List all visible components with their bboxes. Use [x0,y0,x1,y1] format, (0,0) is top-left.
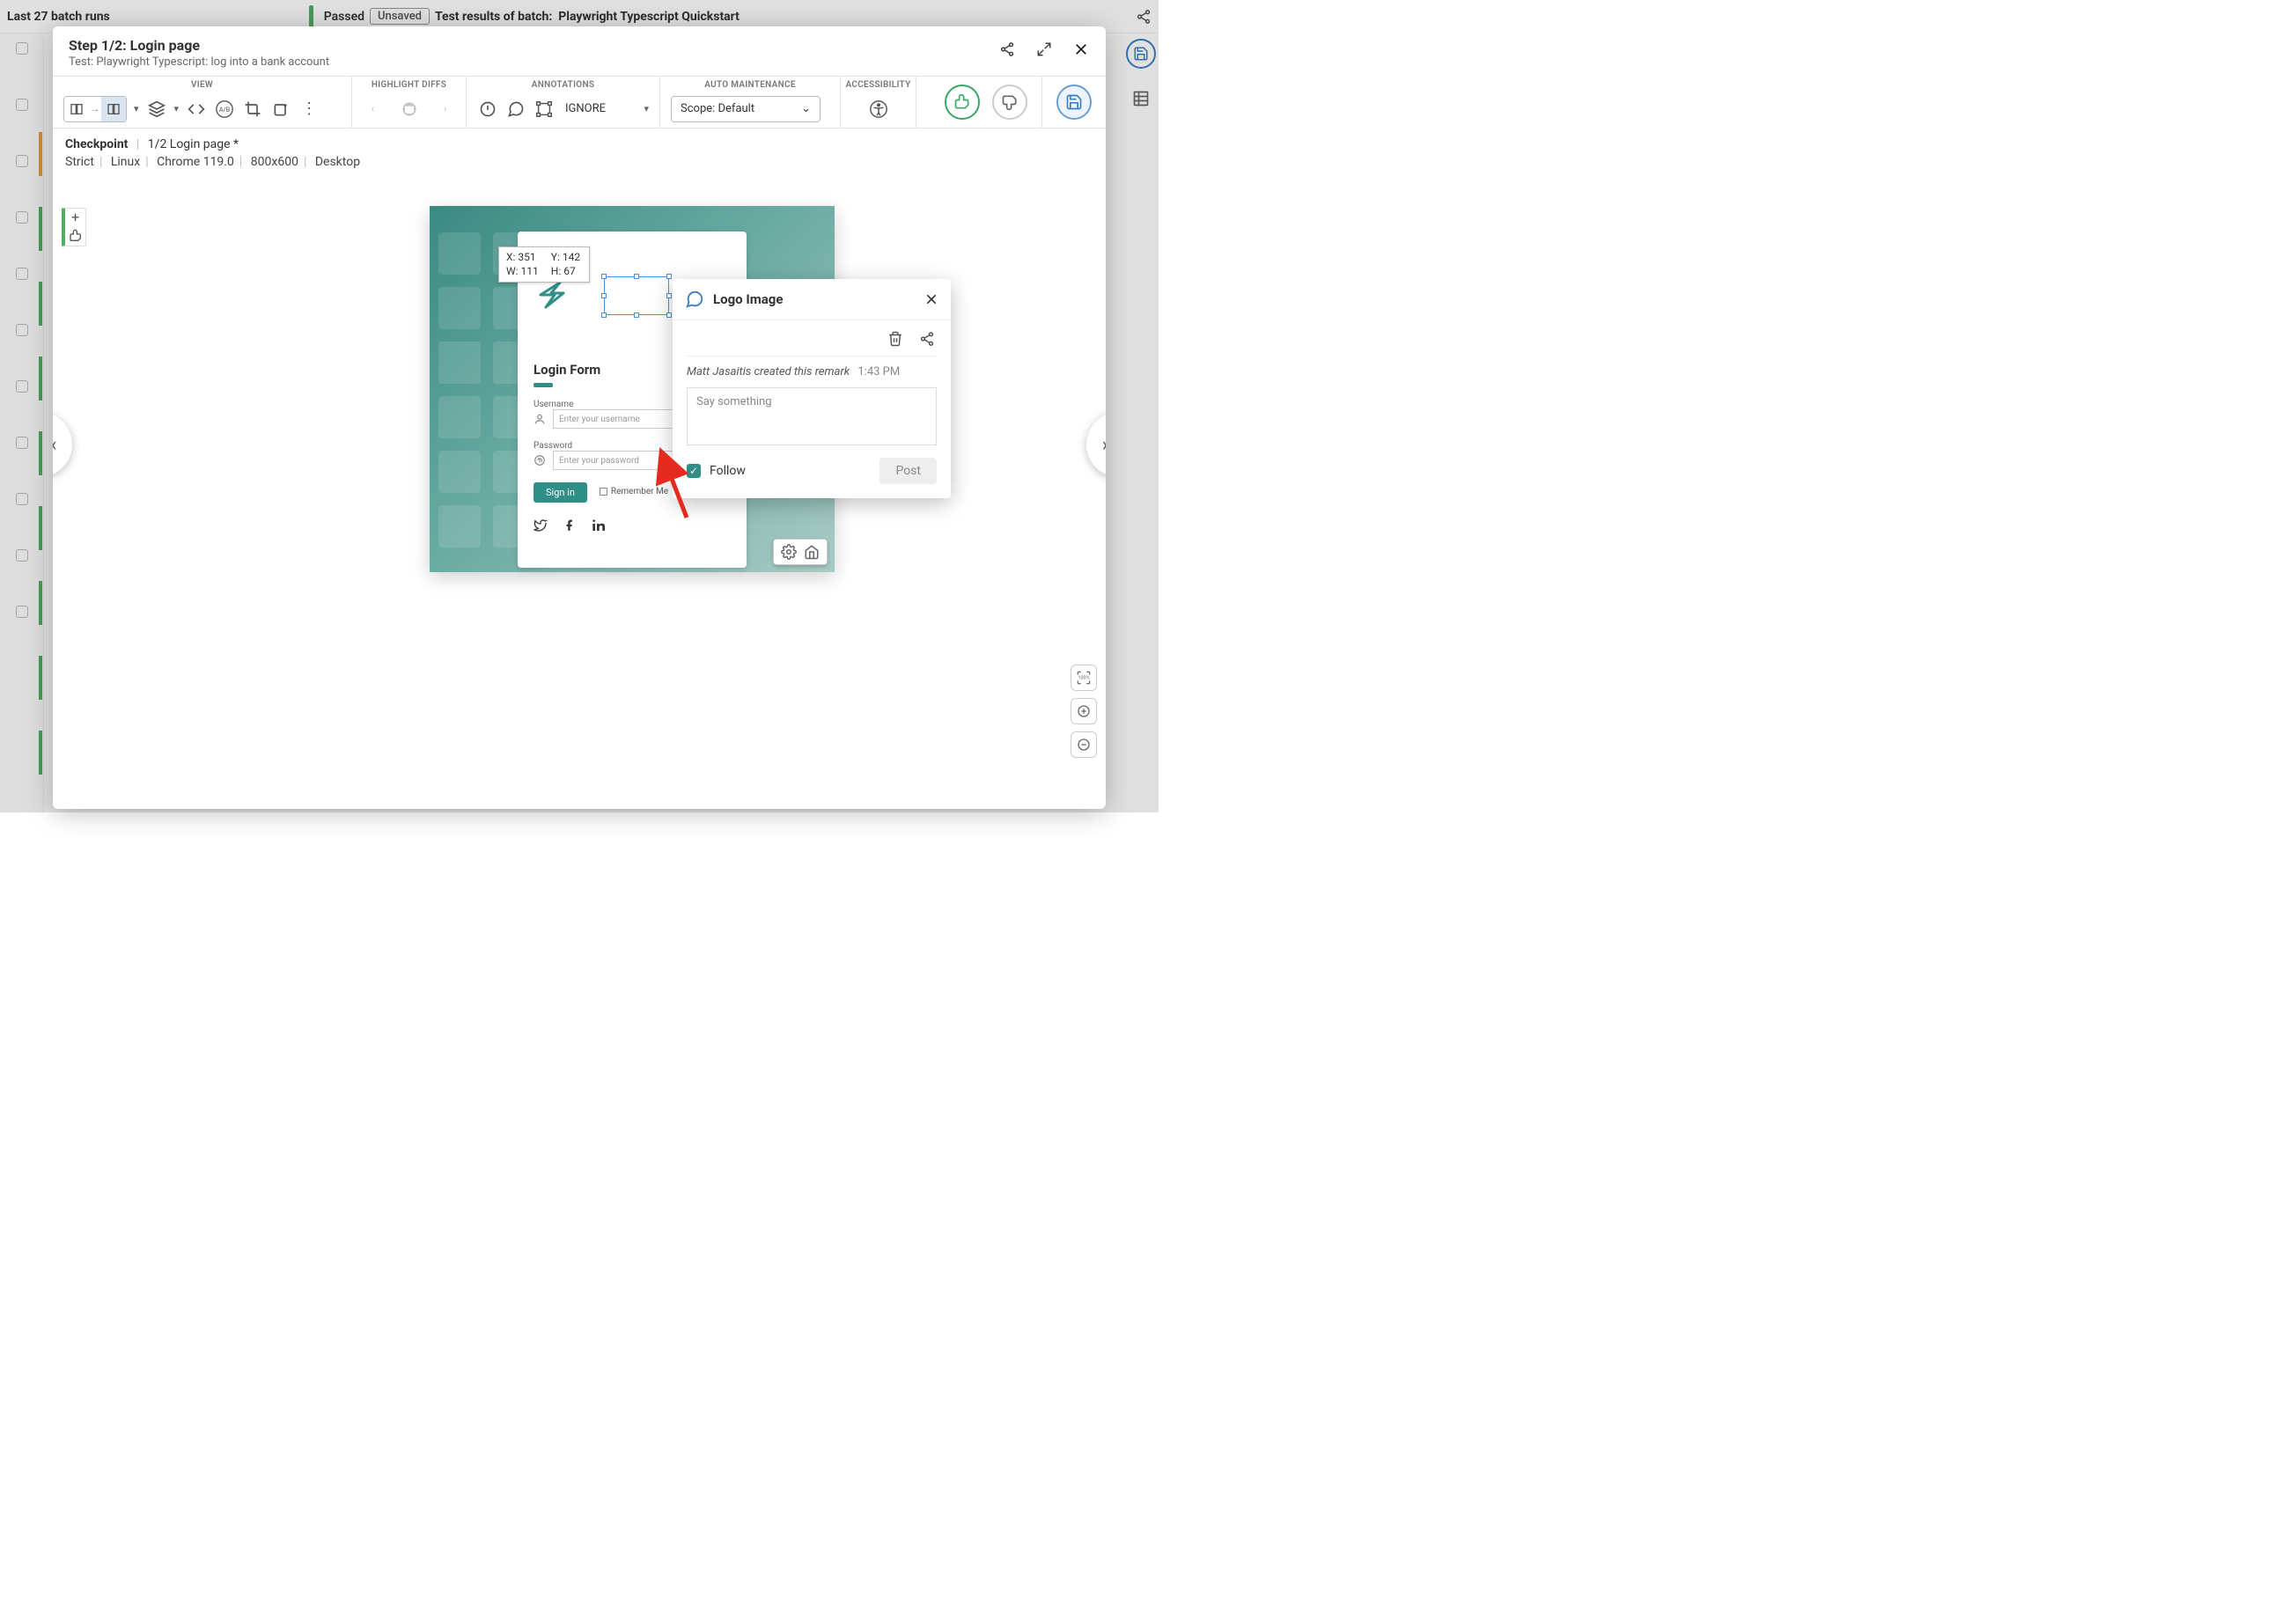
modal-title: Step 1/2: Login page [69,37,998,54]
modal-header: Step 1/2: Login page Test: Playwright Ty… [53,26,1106,76]
toolbar: VIEW → ▾ ▾ A/B [53,76,1106,129]
sel-y: Y: 142 [551,251,580,265]
remark-author: Matt Jasaitis created this remark [687,365,850,378]
share-icon[interactable] [919,331,935,347]
env-strict: Strict [65,155,94,169]
svg-text:A/B: A/B [219,105,231,113]
popover-title: Logo Image [713,291,783,307]
remark-time: 1:43 PM [857,365,900,378]
close-icon[interactable] [1072,40,1090,58]
next-diff-icon[interactable]: › [435,99,455,120]
sel-x: X: 351 [506,251,539,265]
canvas-float-controls [773,539,828,565]
zoom-fit-button[interactable]: 100% [1071,665,1097,691]
annotation-arrow [662,467,699,519]
ab-icon[interactable]: A/B [214,99,235,120]
remark-popover: Logo Image Matt Jasaitis created this re… [673,279,951,498]
thumbs-down-button[interactable] [992,84,1027,120]
target-diff-icon[interactable] [399,99,419,120]
section-view-label: VIEW [53,77,351,90]
section-accessibility-label: ACCESSIBILITY [841,77,916,90]
selection-box[interactable] [604,276,669,315]
sign-in-button[interactable]: Sign in [534,482,587,503]
accessibility-icon[interactable] [868,99,889,120]
more-icon[interactable]: ⋮ [298,99,320,120]
chevron-down-icon[interactable]: ▾ [134,103,139,114]
linkedin-icon[interactable] [592,518,606,533]
env-device: Desktop [315,155,360,169]
share-icon[interactable] [998,40,1016,58]
layers-icon[interactable] [146,99,167,120]
section-automaint-label: AUTO MAINTENANCE [660,77,840,90]
ignore-label: IGNORE [565,102,606,115]
gear-icon[interactable] [781,544,797,560]
sparkle-icon[interactable] [270,99,291,120]
breadcrumb-checkpoint: Checkpoint [65,137,128,151]
remark-placeholder: Say something [696,395,772,408]
follow-label: Follow [710,464,746,478]
plus-icon[interactable]: + [71,211,79,224]
chevron-down-icon[interactable]: ▾ [174,103,180,114]
remember-checkbox[interactable]: Remember Me [600,487,668,496]
crop-icon[interactable] [242,99,263,120]
zoom-out-button[interactable] [1071,731,1097,758]
selection-tooltip: X: 351 Y: 142 W: 111 H: 67 [498,246,590,283]
breadcrumb: Checkpoint | 1/2 Login page * [53,129,1106,155]
scope-value: Scope: Default [681,102,754,115]
chevron-down-icon[interactable]: ▾ [644,103,649,114]
fingerprint-icon [534,454,546,467]
scope-select[interactable]: Scope: Default ⌄ [671,96,821,122]
step-editor-modal: Step 1/2: Login page Test: Playwright Ty… [53,26,1106,809]
env-line: Strict| Linux| Chrome 119.0| 800x600| De… [53,155,1106,174]
region-icon[interactable] [534,99,555,120]
sel-h: H: 67 [551,265,580,279]
compare-mode-toggle[interactable]: → [63,96,127,122]
env-viewport: 800x600 [251,155,298,169]
popover-close-icon[interactable] [924,292,938,306]
twitter-icon[interactable] [534,518,548,533]
delete-icon[interactable] [887,331,903,347]
prev-step-button[interactable]: ‹ [53,412,72,477]
post-button[interactable]: Post [879,458,937,484]
section-annotations-label: ANNOTATIONS [467,77,659,90]
comment-icon [685,290,704,309]
user-icon [534,413,546,425]
expand-icon[interactable] [1035,40,1053,58]
save-button[interactable] [1056,84,1092,120]
section-highlight-label: HIGHLIGHT DIFFS [352,77,466,90]
breadcrumb-step: 1/2 Login page * [148,137,239,151]
modal-subtitle: Test: Playwright Typescript: log into a … [69,55,998,69]
env-browser: Chrome 119.0 [157,155,234,169]
home-icon[interactable] [804,544,820,560]
remark-input[interactable]: Say something [687,387,937,445]
facebook-icon[interactable] [563,518,576,533]
step-thumb[interactable]: + [62,208,86,246]
remark-icon[interactable] [505,99,526,120]
thumb-thumbs-up-icon [69,229,83,243]
code-icon[interactable] [186,99,207,120]
thumbs-up-button[interactable] [945,84,980,120]
prev-diff-icon[interactable]: ‹ [363,99,383,120]
next-step-button[interactable]: › [1086,412,1106,477]
zoom-in-button[interactable] [1071,698,1097,724]
sel-w: W: 111 [506,265,539,279]
chevron-down-icon: ⌄ [801,102,811,115]
env-os: Linux [111,155,140,169]
zoom-controls: 100% [1071,665,1097,758]
issue-icon[interactable] [477,99,498,120]
svg-text:100%: 100% [1078,676,1089,681]
